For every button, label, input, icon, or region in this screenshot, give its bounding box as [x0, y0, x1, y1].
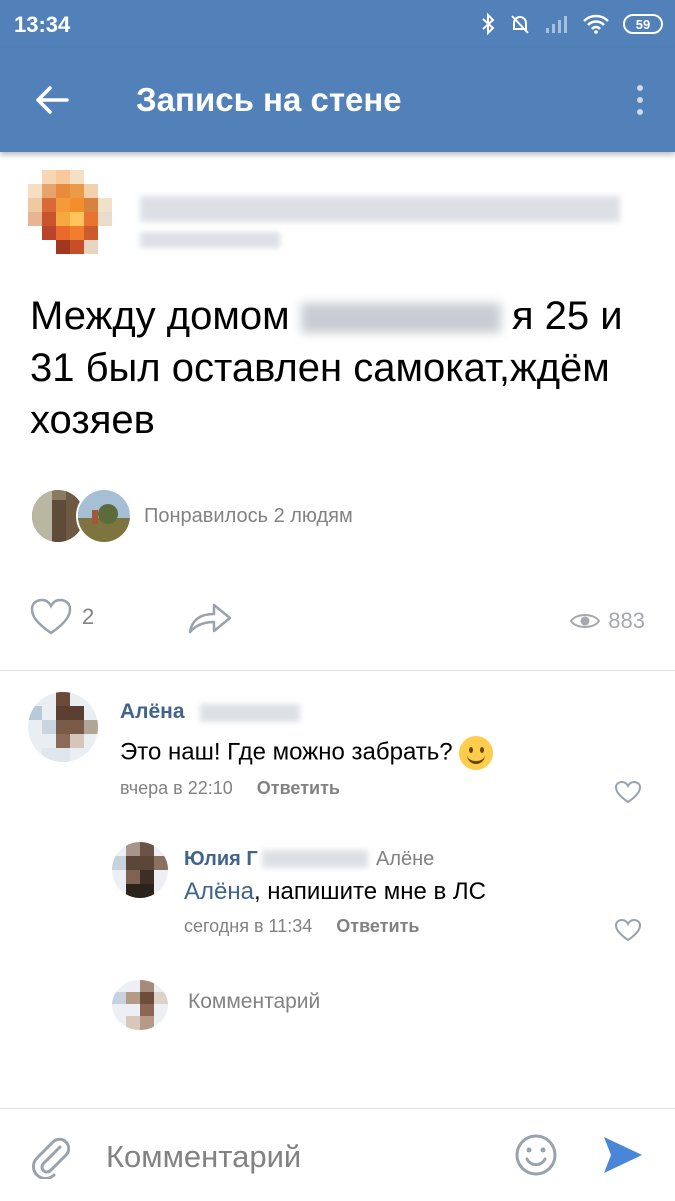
- liker-avatar[interactable]: [76, 488, 132, 544]
- reply-author[interactable]: Юлия Г: [184, 848, 258, 871]
- comment-input[interactable]: Комментарий: [106, 1139, 301, 1175]
- bell-off-icon: [511, 15, 529, 34]
- views-count: 883: [608, 608, 645, 633]
- reply-author-surname-redacted: [262, 850, 368, 868]
- battery-level: 59: [635, 16, 651, 32]
- likers-avatars[interactable]: [30, 488, 140, 544]
- redacted-text: [300, 303, 501, 334]
- comment-author[interactable]: Алёна: [120, 700, 185, 724]
- reply-button[interactable]: Ответить: [336, 916, 419, 937]
- share-button[interactable]: [186, 598, 234, 643]
- comment-text: Это наш! Где можно забрать?: [120, 736, 494, 770]
- like-count: 2: [82, 604, 95, 629]
- status-bar: 13:34 59: [0, 0, 675, 48]
- back-arrow-icon: [36, 86, 69, 114]
- current-user-avatar: [112, 980, 168, 1030]
- views-counter: 883: [570, 608, 645, 634]
- more-vertical-icon: [637, 85, 643, 115]
- reply-button[interactable]: Ответить: [257, 778, 340, 799]
- post-author-name-redacted[interactable]: [140, 196, 620, 222]
- eye-icon: [570, 614, 601, 628]
- comment-avatar[interactable]: [28, 692, 98, 762]
- bluetooth-icon: [482, 13, 495, 35]
- back-button[interactable]: [22, 78, 82, 122]
- reply-text-content: , напишите мне в ЛС: [253, 878, 486, 905]
- reply-avatar[interactable]: [112, 842, 168, 898]
- mention-link[interactable]: Алёна: [184, 878, 254, 905]
- divider: [0, 670, 675, 671]
- more-button[interactable]: [625, 76, 655, 124]
- signal-icon: [546, 16, 567, 33]
- reply-time: сегодня в 11:34: [184, 916, 313, 936]
- heart-icon: [30, 598, 72, 635]
- reply-meta: сегодня в 11:34 Ответить: [184, 916, 419, 937]
- likes-summary[interactable]: Понравилось 2 людям: [144, 505, 353, 528]
- status-time: 13:34: [14, 12, 71, 37]
- comment-time: вчера в 22:10: [120, 778, 233, 798]
- inline-comment-field[interactable]: Комментарий: [188, 990, 320, 1014]
- wifi-icon: [583, 14, 609, 34]
- comment-like-icon[interactable]: [614, 780, 642, 804]
- like-button[interactable]: 2: [30, 598, 94, 636]
- comment-text-content: Это наш! Где можно забрать?: [120, 738, 453, 766]
- app-bar: Запись на стене: [0, 48, 675, 152]
- smile-icon: [515, 1134, 557, 1176]
- comment-meta: вчера в 22:10 Ответить: [120, 778, 340, 799]
- post-actions: 2 883: [0, 590, 675, 650]
- reply-text: Алёна, напишите мне в ЛС: [184, 878, 486, 906]
- comment-author-surname-redacted: [200, 704, 300, 722]
- send-icon: [604, 1137, 642, 1173]
- post-text: Между домом я 25 и 31 был оставлен самок…: [30, 290, 650, 446]
- share-icon: [188, 603, 232, 634]
- reply-to-label[interactable]: Алёне: [376, 848, 434, 871]
- post-author-avatar[interactable]: [28, 170, 128, 270]
- smiling-emoji-icon: [459, 736, 494, 770]
- attach-button[interactable]: [30, 1135, 72, 1184]
- emoji-button[interactable]: [514, 1133, 558, 1182]
- page-title: Запись на стене: [136, 81, 402, 118]
- comment-composer: Комментарий: [0, 1108, 675, 1201]
- send-button[interactable]: [602, 1135, 644, 1180]
- battery-icon: 59: [623, 14, 663, 34]
- post-text-start: Между домом: [30, 294, 290, 338]
- paperclip-icon: [32, 1137, 71, 1180]
- reply-like-icon[interactable]: [614, 918, 642, 942]
- status-icons: 59: [481, 10, 663, 38]
- post-date-redacted: [140, 232, 280, 248]
